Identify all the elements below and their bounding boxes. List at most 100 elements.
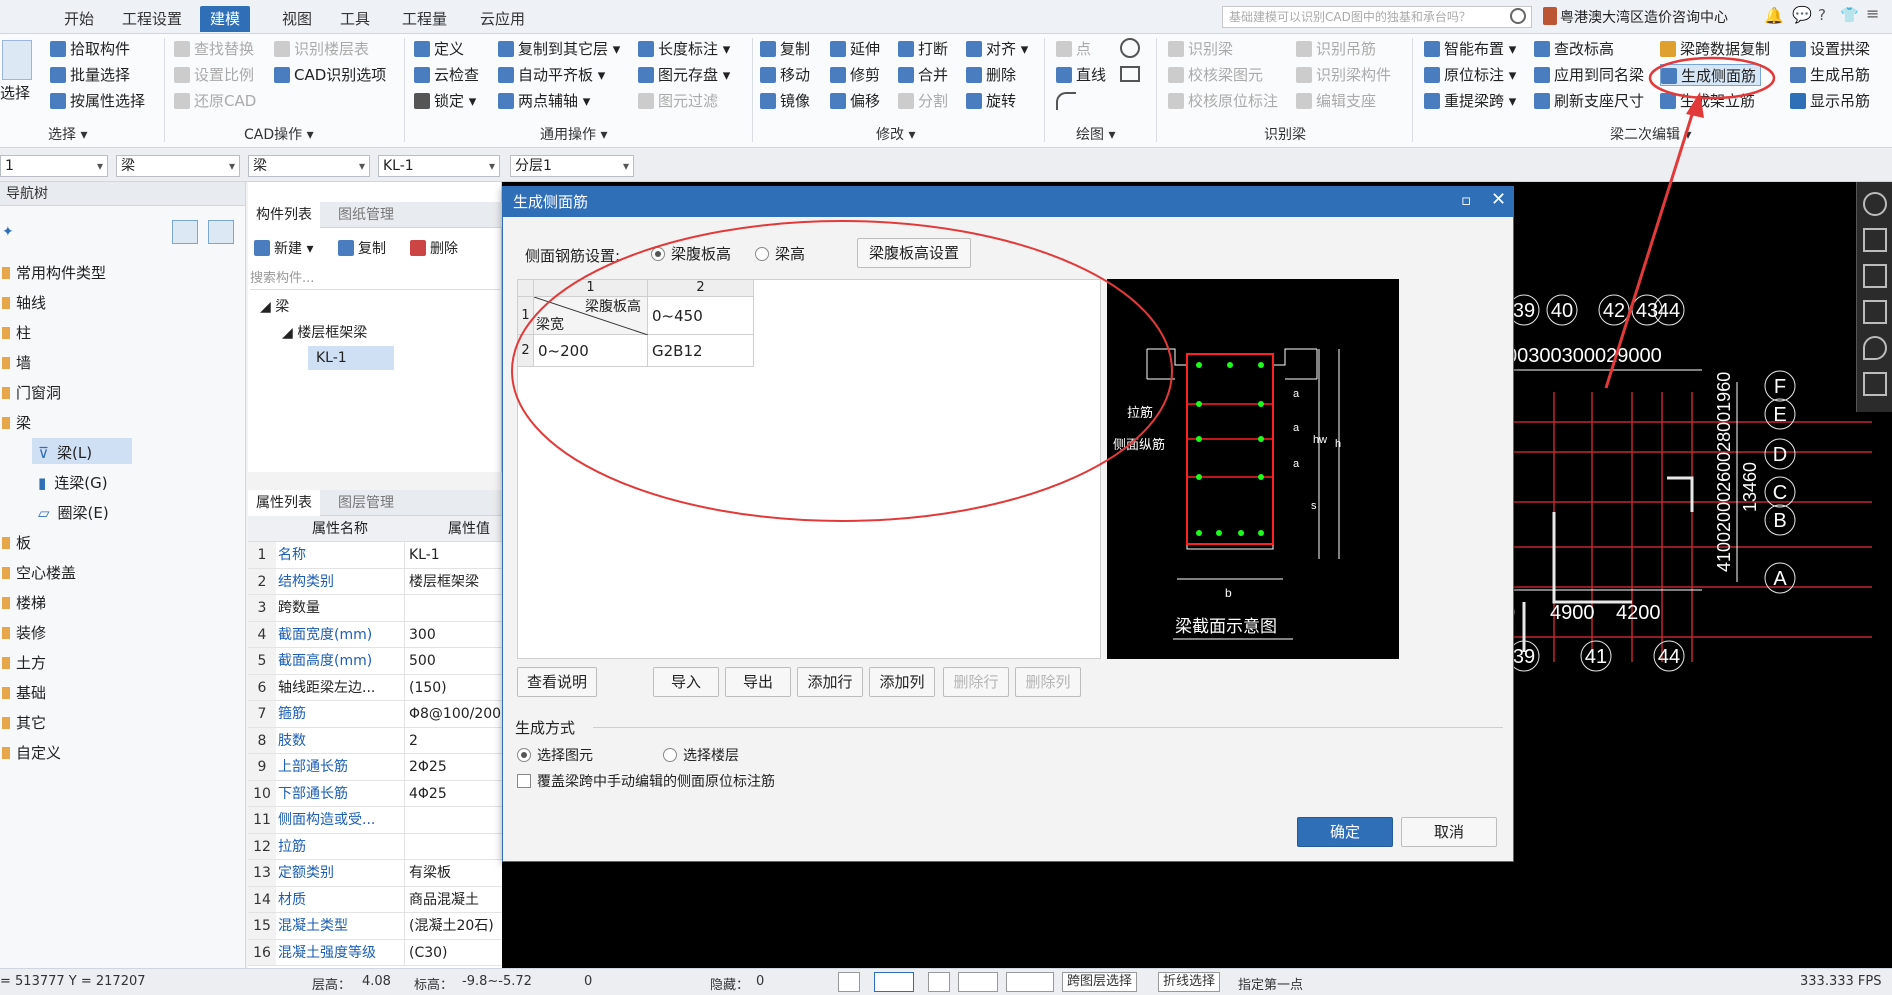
cad-identify-options-button[interactable]: CAD识别选项 xyxy=(274,64,386,86)
generate-hanger-button[interactable]: 生成吊筋 xyxy=(1790,64,1870,86)
help-icon[interactable]: ? xyxy=(1818,6,1826,24)
rotate-view-icon[interactable] xyxy=(1863,336,1887,360)
property-value[interactable]: Φ8@100/200 xyxy=(404,701,502,727)
cancel-button[interactable]: 取消 xyxy=(1401,817,1497,847)
tab-drawing-management[interactable]: 图纸管理 xyxy=(330,202,402,228)
align-button[interactable]: 对齐 ▾ xyxy=(966,38,1028,60)
maximize-icon[interactable]: ▫ xyxy=(1461,191,1471,209)
nav-item-ring-beam[interactable]: ▱ 圈梁(E) xyxy=(38,502,109,523)
set-scale-button[interactable]: 设置比例 xyxy=(174,64,254,86)
check-elevation-button[interactable]: 查改标高 xyxy=(1534,38,1614,60)
show-hanger-checkbox[interactable]: 显示吊筋 xyxy=(1790,90,1870,112)
circle-icon[interactable] xyxy=(1120,38,1140,58)
auto-flush-slab-button[interactable]: 自动平齐板 ▾ xyxy=(498,64,605,86)
override-checkbox[interactable]: 覆盖梁跨中手动编辑的侧面原位标注筋 xyxy=(517,771,775,791)
point-button[interactable]: 点 xyxy=(1056,38,1091,60)
chat-icon[interactable]: 💬 xyxy=(1792,5,1812,24)
orbit-icon[interactable] xyxy=(1863,192,1887,216)
dynamic-input-icon[interactable] xyxy=(1006,972,1054,992)
property-value[interactable]: 300 xyxy=(404,621,502,647)
snap-icon[interactable] xyxy=(874,972,914,992)
view-help-button[interactable]: 查看说明 xyxy=(517,667,597,697)
category-select[interactable]: 梁 xyxy=(116,155,240,177)
in-situ-annotation-button[interactable]: 原位标注 ▾ xyxy=(1424,64,1516,86)
nav-item-earthwork[interactable]: 土方 xyxy=(2,652,46,673)
type-select[interactable]: 梁 xyxy=(248,155,370,177)
extend-button[interactable]: 延伸 xyxy=(830,38,880,60)
nav-item-axis[interactable]: 轴线 xyxy=(2,292,46,313)
two-point-axis-button[interactable]: 两点辅轴 ▾ xyxy=(498,90,590,112)
tree-node-kl1[interactable]: KL-1 xyxy=(308,346,394,370)
floor-select[interactable]: 1 xyxy=(0,155,108,177)
search-input[interactable]: 基础建模可以识别CAD图中的独基和承台吗？ xyxy=(1222,6,1532,28)
smart-layout-button[interactable]: 智能布置 ▾ xyxy=(1424,38,1516,60)
nav-item-wall[interactable]: 墙 xyxy=(2,352,31,373)
property-value[interactable]: 楼层框架梁 xyxy=(404,568,502,594)
3d-view-icon[interactable] xyxy=(1863,228,1887,252)
define-button[interactable]: 定义 xyxy=(414,38,464,60)
property-value[interactable]: (C30) xyxy=(404,939,502,965)
select-button[interactable]: 选择 xyxy=(0,82,30,104)
merge-button[interactable]: 合并 xyxy=(898,64,948,86)
copy-component-button[interactable]: 复制 xyxy=(338,238,386,260)
split-button[interactable]: 分割 xyxy=(898,90,948,112)
tab-cloud[interactable]: 云应用 xyxy=(476,6,529,32)
rotate-button[interactable]: 旋转 xyxy=(966,90,1016,112)
tab-view[interactable]: 视图 xyxy=(278,6,316,32)
offset-button[interactable]: 偏移 xyxy=(830,90,880,112)
radio-select-floors[interactable]: 选择楼层 xyxy=(663,745,739,765)
group-draw-label[interactable]: 绘图 ▾ xyxy=(1076,124,1115,144)
find-replace-button[interactable]: 查找替换 xyxy=(174,38,254,60)
top-view-icon[interactable] xyxy=(1863,264,1887,288)
check-beam-button[interactable]: 校核梁图元 xyxy=(1168,64,1263,86)
add-row-button[interactable]: 添加行 xyxy=(797,667,863,697)
nav-item-common[interactable]: 常用构件类型 xyxy=(2,262,106,283)
cloud-check-button[interactable]: 云检查 xyxy=(414,64,479,86)
close-icon[interactable]: ✕ xyxy=(1491,189,1506,210)
shirt-icon[interactable]: 👕 xyxy=(1840,6,1859,24)
grid-cell-beam-width[interactable]: 0~200 xyxy=(534,335,648,367)
radio-beam-height[interactable]: 梁高 xyxy=(755,243,805,264)
group-common-label[interactable]: 通用操作 ▾ xyxy=(540,124,607,144)
length-dimension-button[interactable]: 长度标注 ▾ xyxy=(638,38,730,60)
set-arch-beam-button[interactable]: 设置拱梁 xyxy=(1790,38,1870,60)
tree-node-frame-beam[interactable]: ◢ 楼层框架梁 xyxy=(282,322,367,342)
nav-item-custom[interactable]: 自定义 xyxy=(2,742,61,763)
cross-icon[interactable] xyxy=(928,972,950,992)
property-value[interactable] xyxy=(404,833,502,859)
grid-cell-rebar[interactable]: G2B12 xyxy=(648,335,754,367)
copy-button[interactable]: 复制 xyxy=(760,38,810,60)
tree-node-beam[interactable]: ◢ 梁 xyxy=(260,296,289,316)
pick-component-button[interactable]: 拾取构件 xyxy=(50,38,130,60)
tab-project-settings[interactable]: 工程设置 xyxy=(118,6,186,32)
mirror-button[interactable]: 镜像 xyxy=(760,90,810,112)
grid-cell-web-height[interactable]: 0~450 xyxy=(648,297,754,335)
select-tool-icon[interactable] xyxy=(2,40,32,80)
nav-item-stairs[interactable]: 楼梯 xyxy=(2,592,46,613)
nav-item-other[interactable]: 其它 xyxy=(2,712,46,733)
group-cad-label[interactable]: CAD操作 ▾ xyxy=(244,124,314,144)
bell-icon[interactable]: 🔔 xyxy=(1764,6,1784,25)
tab-property-list[interactable]: 属性列表 xyxy=(248,490,320,516)
export-button[interactable]: 导出 xyxy=(725,667,791,697)
grid-view-icon[interactable] xyxy=(208,220,234,244)
arc-icon[interactable] xyxy=(1056,92,1076,110)
property-value[interactable]: KL-1 xyxy=(404,542,502,568)
break-button[interactable]: 打断 xyxy=(898,38,948,60)
nav-item-beam-l[interactable]: ⊽ 梁(L) xyxy=(38,442,92,463)
nav-item-slab[interactable]: 板 xyxy=(2,532,31,553)
grid-icon[interactable] xyxy=(1863,372,1887,396)
nav-item-column[interactable]: 柱 xyxy=(2,322,31,343)
ortho-icon[interactable] xyxy=(838,972,860,992)
trim-button[interactable]: 修剪 xyxy=(830,64,880,86)
select-by-property-button[interactable]: 按属性选择 xyxy=(50,90,145,112)
delete-button[interactable]: 删除 xyxy=(966,64,1016,86)
component-select[interactable]: KL-1 xyxy=(378,155,500,177)
re-extract-span-button[interactable]: 重提梁跨 ▾ xyxy=(1424,90,1516,112)
box-view-icon[interactable] xyxy=(1863,300,1887,324)
tab-quantity[interactable]: 工程量 xyxy=(398,6,451,32)
property-value[interactable]: (混凝土20石) xyxy=(404,913,502,939)
property-value[interactable]: 2Φ25 xyxy=(404,754,502,780)
move-button[interactable]: 移动 xyxy=(760,64,810,86)
batch-select-button[interactable]: 批量选择 xyxy=(50,64,130,86)
